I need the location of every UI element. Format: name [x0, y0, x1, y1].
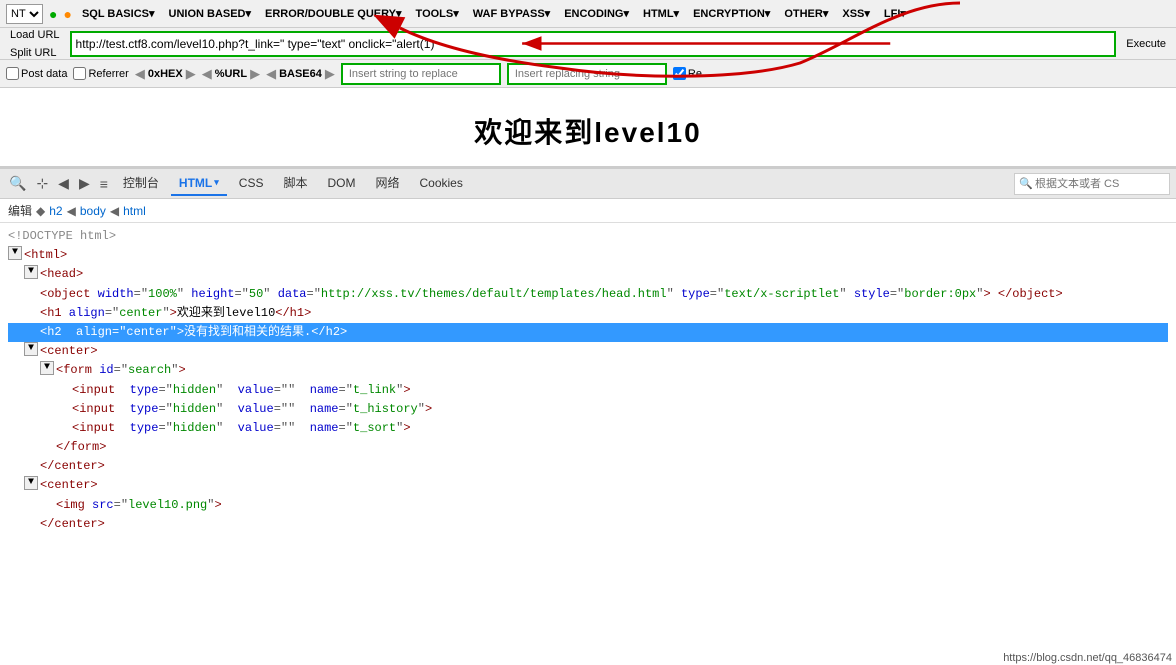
breadcrumb-bar: 编辑 ◆ h2 ◀ body ◀ html	[0, 199, 1176, 223]
tab-dom[interactable]: DOM	[319, 172, 363, 196]
insert-replace-input[interactable]	[341, 63, 501, 85]
breadcrumb-body[interactable]: body	[80, 204, 106, 218]
execute-button[interactable]: Execute	[1120, 36, 1172, 52]
code-line-body: <object width="100%" height="50" data="h…	[8, 285, 1168, 304]
select-icon[interactable]: ⊹	[33, 173, 51, 194]
encode-row: Post data Referrer ◀ 0xHEX ▶ ◀ %URL ▶ ◀ …	[0, 60, 1176, 88]
devtools-toolbar: 🔍 ⊹ ◀ ▶ ≡ 控制台 HTML ▾ CSS 脚本 DOM 网络 Cooki…	[0, 169, 1176, 199]
devtools-search: 🔍	[1014, 173, 1170, 195]
inspect-icon[interactable]: 🔍	[6, 173, 29, 194]
menu-toolbar: NT ● ● SQL BASICS▾ UNION BASED▾ ERROR/DO…	[0, 0, 1176, 28]
referrer-checkbox-label[interactable]: Referrer	[73, 67, 128, 80]
menu-encryption[interactable]: ENCRYPTION▾	[689, 5, 774, 22]
url-input[interactable]	[76, 37, 1111, 51]
hex-encode-arrow[interactable]: ▶	[186, 66, 196, 82]
menu-tools[interactable]: TOOLS▾	[412, 5, 463, 22]
mode-dropdown[interactable]: NT	[6, 4, 43, 24]
url-encode-group: ◀ %URL ▶	[202, 66, 260, 82]
code-line-h1: <h1 align="center" >欢迎来到level10</h1>	[8, 304, 1168, 323]
breadcrumb-sep-1: ◆	[36, 204, 45, 218]
code-line-form: ▼ <form id="search" >	[8, 361, 1168, 380]
post-data-checkbox[interactable]	[6, 67, 19, 80]
expand-head[interactable]: ▼	[24, 265, 38, 279]
expand-form[interactable]: ▼	[40, 361, 54, 375]
status-dot-green: ●	[49, 6, 57, 22]
menu-union-based[interactable]: UNION BASED▾	[165, 5, 256, 22]
breadcrumb-html[interactable]: html	[123, 204, 146, 218]
expand-center1[interactable]: ▼	[24, 342, 38, 356]
tab-network[interactable]: 网络	[367, 170, 407, 197]
menu-icon[interactable]: ≡	[97, 174, 111, 194]
url-decode-arrow[interactable]: ◀	[202, 66, 212, 82]
tab-script[interactable]: 脚本	[275, 170, 315, 197]
forward-icon[interactable]: ▶	[76, 173, 93, 194]
code-line-input-tlink: <input type="hidden" value="" name="t_li…	[8, 381, 1168, 400]
insert-replacing-input[interactable]	[507, 63, 667, 85]
menu-lfi[interactable]: LFI▾	[880, 5, 910, 22]
breadcrumb-arrow-2: ◀	[110, 204, 119, 218]
code-line-input-thistory: <input type="hidden" value="" name="t_hi…	[8, 400, 1168, 419]
welcome-heading: 欢迎来到level10	[474, 111, 701, 151]
menu-other[interactable]: OTHER▾	[780, 5, 832, 22]
tab-css[interactable]: CSS	[231, 172, 272, 196]
split-url-button[interactable]: Split URL	[4, 45, 66, 61]
devtools-search-input[interactable]	[1035, 178, 1165, 190]
url-input-wrapper	[70, 31, 1117, 57]
breadcrumb-arrow-1: ◀	[67, 204, 76, 218]
html-dropdown-icon[interactable]: ▾	[214, 177, 219, 188]
menu-sql-basics[interactable]: SQL BASICS▾	[78, 5, 159, 22]
referrer-label: Referrer	[88, 68, 128, 80]
base64-decode-arrow[interactable]: ◀	[266, 66, 276, 82]
code-line-doctype: <!DOCTYPE html>	[8, 227, 1168, 246]
code-line-input-tsort: <input type="hidden" value="" name="t_so…	[8, 419, 1168, 438]
base64-encode-group: ◀ BASE64 ▶	[266, 66, 335, 82]
url-row: Load URL Split URL Execute	[0, 28, 1176, 60]
post-data-label: Post data	[21, 68, 67, 80]
devtools-panel: 🔍 ⊹ ◀ ▶ ≡ 控制台 HTML ▾ CSS 脚本 DOM 网络 Cooki…	[0, 168, 1176, 665]
re-checkbox-label[interactable]: Re	[673, 67, 702, 80]
hex-label: 0xHEX	[146, 68, 185, 80]
menu-xss[interactable]: XSS▾	[838, 5, 874, 22]
base64-encode-arrow[interactable]: ▶	[325, 66, 335, 82]
code-line-center2: ▼ <center>	[8, 476, 1168, 495]
code-line-center2-close: </center>	[8, 515, 1168, 534]
code-line-center1: ▼ <center>	[8, 342, 1168, 361]
hex-encode-group: ◀ 0xHEX ▶	[135, 66, 196, 82]
code-line-html: ▼ <html>	[8, 246, 1168, 265]
welcome-section: 欢迎来到level10	[0, 88, 1176, 168]
footer-url: https://blog.csdn.net/qq_46836474	[999, 651, 1176, 665]
code-line-form-close: </form>	[8, 438, 1168, 457]
code-line-center1-close: </center>	[8, 457, 1168, 476]
back-icon[interactable]: ◀	[55, 173, 72, 194]
referrer-checkbox[interactable]	[73, 67, 86, 80]
status-dot-orange: ●	[63, 6, 71, 22]
code-line-h2[interactable]: <h2 align="center">没有找到和相关的结果.</h2>	[8, 323, 1168, 342]
welcome-text: 欢迎来到level10	[0, 88, 1176, 168]
code-area[interactable]: <!DOCTYPE html> ▼ <html> ▼ <head> <objec…	[0, 223, 1176, 665]
re-label: Re	[688, 68, 702, 80]
tab-html[interactable]: HTML ▾	[171, 172, 227, 196]
hex-decode-arrow[interactable]: ◀	[135, 66, 145, 82]
base64-label: BASE64	[277, 68, 324, 80]
url-encode-arrow[interactable]: ▶	[250, 66, 260, 82]
menu-encoding[interactable]: ENCODING▾	[560, 5, 633, 22]
url-label: %URL	[213, 68, 249, 80]
menu-waf-bypass[interactable]: WAF BYPASS▾	[469, 5, 554, 22]
tab-html-label: HTML	[179, 176, 212, 190]
tab-cookies[interactable]: Cookies	[412, 172, 471, 196]
code-line-img: <img src="level10.png" >	[8, 496, 1168, 515]
expand-center2[interactable]: ▼	[24, 476, 38, 490]
breadcrumb-h2[interactable]: h2	[49, 204, 62, 218]
breadcrumb-edit: 编辑	[8, 202, 32, 219]
re-checkbox[interactable]	[673, 67, 686, 80]
post-data-checkbox-label[interactable]: Post data	[6, 67, 67, 80]
search-icon: 🔍	[1019, 177, 1033, 190]
menu-html[interactable]: HTML▾	[639, 5, 683, 22]
tab-console[interactable]: 控制台	[115, 170, 167, 197]
menu-error-double[interactable]: ERROR/DOUBLE QUERY▾	[261, 5, 406, 22]
expand-html[interactable]: ▼	[8, 246, 22, 260]
load-url-button[interactable]: Load URL	[4, 27, 66, 43]
code-line-head: ▼ <head>	[8, 265, 1168, 284]
